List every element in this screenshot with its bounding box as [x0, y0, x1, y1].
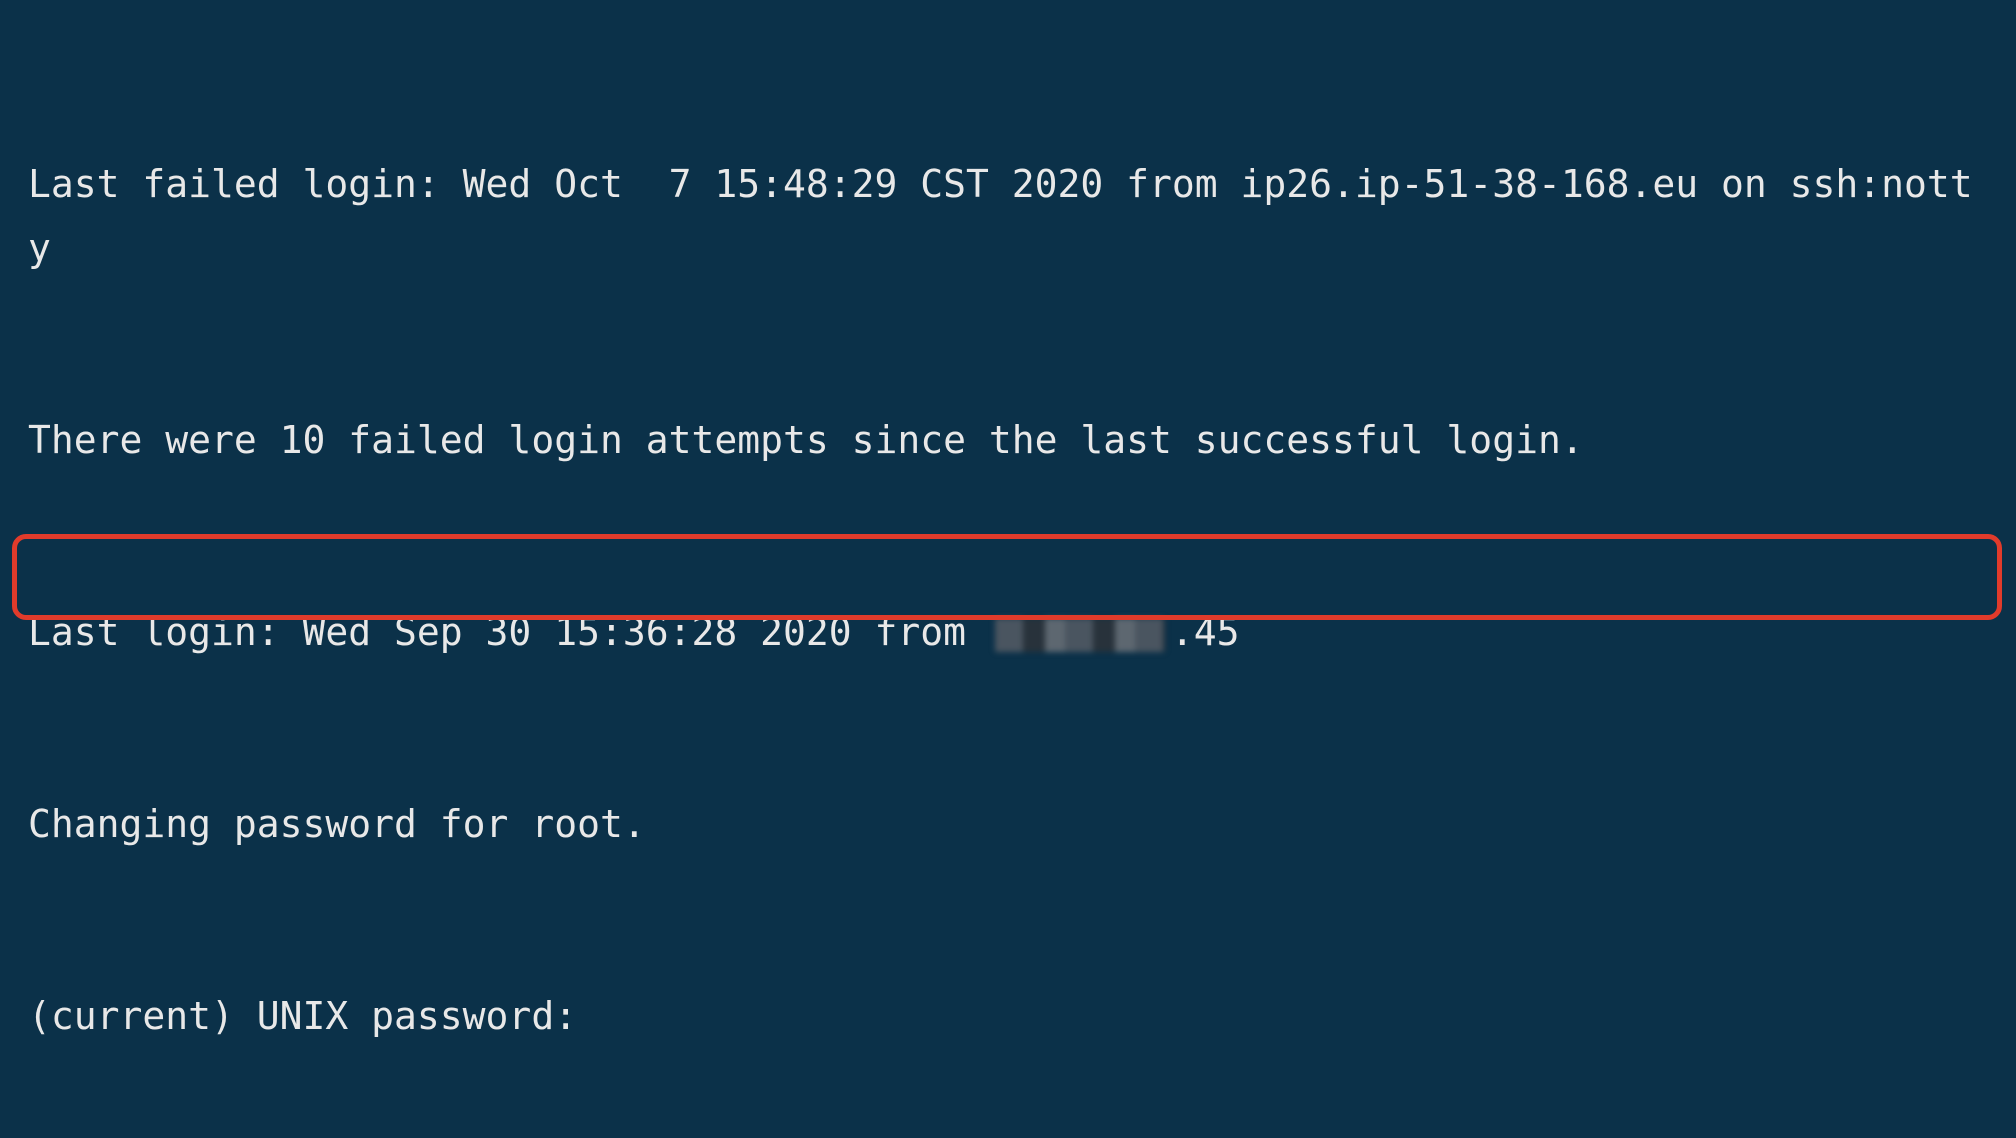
terminal-line: There were 10 failed login attempts sinc… [28, 408, 1988, 472]
terminal-line: Last failed login: Wed Oct 7 15:48:29 CS… [28, 152, 1988, 280]
line-text: Last login: Wed Sep 30 15:36:28 2020 fro… [28, 610, 989, 654]
terminal-line: Last login: Wed Sep 30 15:36:28 2020 fro… [28, 600, 1988, 664]
redacted-ip [995, 618, 1165, 652]
terminal-line: Changing password for root. [28, 792, 1988, 856]
terminal-line: (current) UNIX password: [28, 984, 1988, 1048]
terminal-output[interactable]: Last failed login: Wed Oct 7 15:48:29 CS… [0, 0, 2016, 1138]
line-text: .45 [1171, 610, 1240, 654]
